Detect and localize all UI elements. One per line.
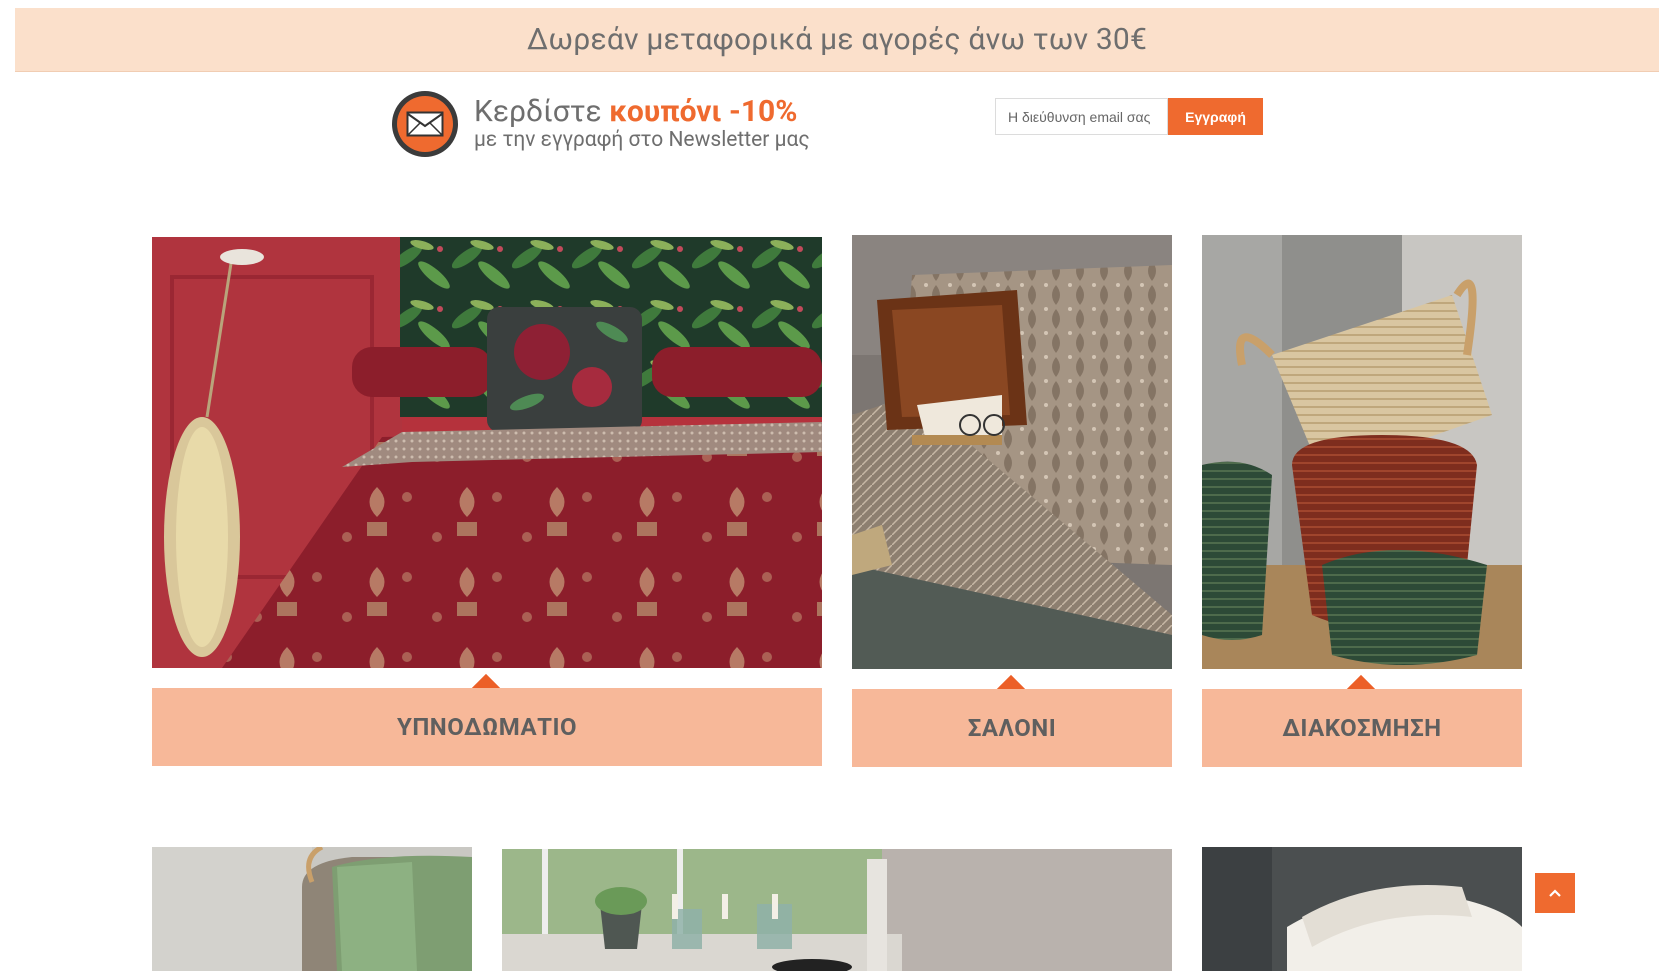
chevron-up-icon	[1549, 889, 1561, 897]
category-label-text: ΔΙΑΚΟΣΜΗΣΗ	[1282, 714, 1442, 742]
envelope-icon	[392, 91, 458, 157]
scroll-to-top-button[interactable]	[1535, 873, 1575, 913]
newsletter-email-input[interactable]	[995, 98, 1168, 135]
category-label-bedroom[interactable]: ΥΠΝΟΔΩΜΑΤΙΟ	[152, 688, 822, 766]
category-image-decoration[interactable]	[1202, 235, 1522, 669]
category-image-bathroom[interactable]	[152, 847, 472, 971]
category-label-living-room[interactable]: ΣΑΛΟΝΙ	[852, 689, 1172, 767]
category-image-kitchen[interactable]	[502, 849, 1172, 971]
free-shipping-text: Δωρεάν μεταφορικά με αγορές άνω των 30€	[526, 22, 1148, 57]
newsletter-promo: Κερδίστε κουπόνι -10% με την εγγραφή στο…	[392, 88, 810, 160]
newsletter-headline-prefix: Κερδίστε	[474, 94, 610, 129]
free-shipping-banner: Δωρεάν μεταφορικά με αγορές άνω των 30€	[15, 8, 1659, 72]
coupon-highlight: κουπόνι -10%	[609, 94, 798, 129]
category-image-bedding[interactable]	[1202, 847, 1522, 971]
category-image-living-room[interactable]	[852, 235, 1172, 669]
category-label-decoration[interactable]: ΔΙΑΚΟΣΜΗΣΗ	[1202, 689, 1522, 767]
category-label-text: ΥΠΝΟΔΩΜΑΤΙΟ	[396, 713, 578, 741]
newsletter-submit-button[interactable]: Εγγραφή	[1168, 98, 1263, 135]
newsletter-subtitle: με την εγγραφή στο Newsletter μας	[474, 128, 810, 152]
newsletter-headline: Κερδίστε κουπόνι -10%	[474, 96, 810, 128]
category-label-text: ΣΑΛΟΝΙ	[967, 714, 1057, 742]
newsletter-form: Εγγραφή	[995, 98, 1263, 135]
category-image-bedroom[interactable]	[152, 237, 822, 668]
